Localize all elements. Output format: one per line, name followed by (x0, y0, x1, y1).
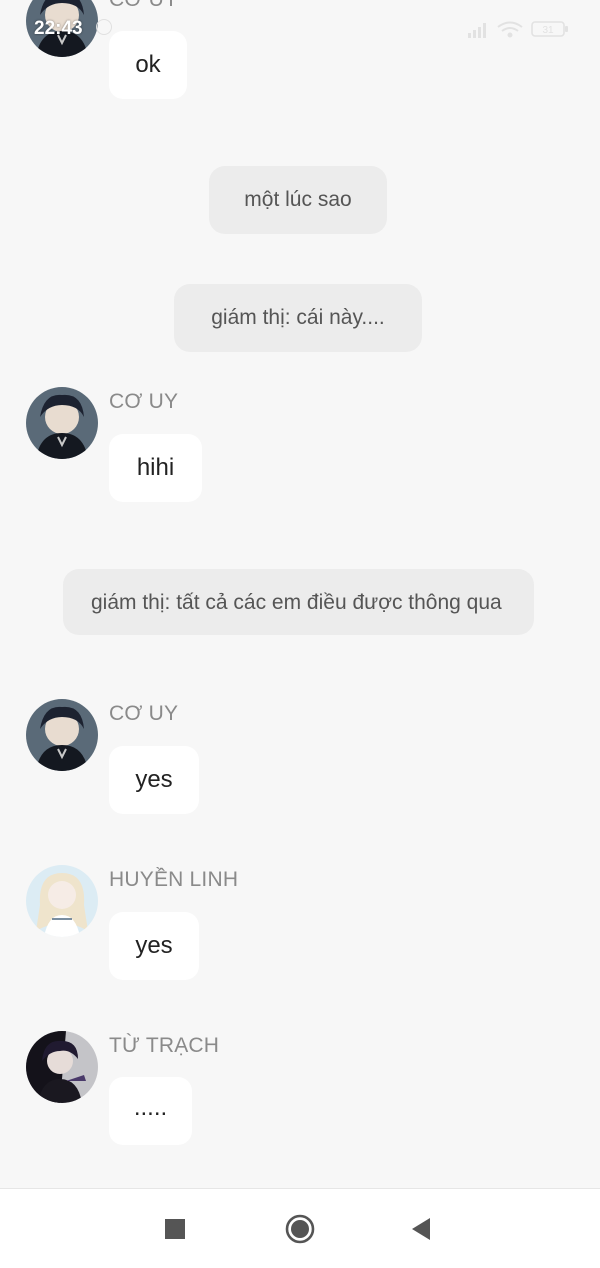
sender-name: HUYỀN LINH (109, 868, 239, 891)
chat-thread[interactable]: CƠ UY ok một lúc sao giám thị: cái này..… (0, 0, 600, 1188)
message-bubble[interactable]: yes (109, 912, 199, 980)
system-message: một lúc sao (209, 166, 387, 234)
avatar-huyen-linh[interactable] (26, 865, 98, 937)
back-triangle-icon[interactable] (406, 1213, 438, 1245)
signal-icon (468, 23, 486, 38)
status-bar: 22:43 31 (0, 0, 600, 56)
avatar-co-uy[interactable] (26, 699, 98, 771)
message-bubble[interactable]: ..... (109, 1077, 192, 1145)
system-message: giám thị: cái này.... (174, 284, 422, 352)
navigation-bar (0, 1188, 600, 1268)
sender-name: TỪ TRẠCH (109, 1034, 220, 1057)
status-time: 22:43 (34, 18, 83, 39)
status-icons: 31 (468, 21, 568, 38)
avatar-tu-trach[interactable] (26, 1031, 98, 1103)
notification-icon (96, 19, 112, 35)
battery-icon: 31 (531, 21, 568, 37)
message-bubble[interactable]: hihi (109, 434, 202, 502)
avatar-co-uy[interactable] (26, 387, 98, 459)
system-message: giám thị: tất cả các em điều được thông … (63, 569, 534, 635)
sender-name: CƠ UY (109, 702, 179, 725)
wifi-icon (497, 21, 523, 38)
svg-text:31: 31 (542, 25, 554, 36)
recents-square-icon[interactable] (159, 1213, 191, 1245)
message-bubble[interactable]: yes (109, 746, 199, 814)
home-circle-icon[interactable] (284, 1213, 316, 1245)
sender-name: CƠ UY (109, 390, 179, 413)
